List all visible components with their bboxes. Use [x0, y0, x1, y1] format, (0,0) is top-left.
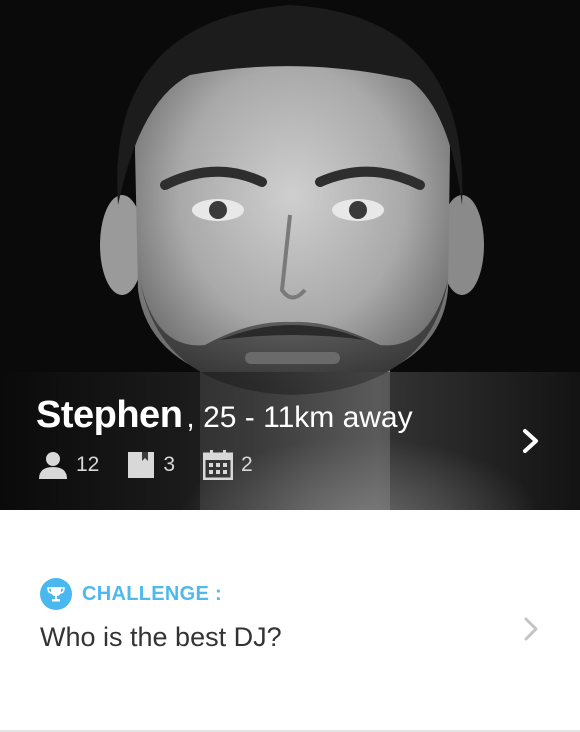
calendar-icon: [203, 450, 234, 480]
photo-overlay: [0, 372, 580, 510]
book-icon: [128, 452, 155, 478]
challenge-text[interactable]: Who is the best DJ?: [40, 622, 282, 653]
stat-events-value: 2: [241, 453, 253, 476]
stat-posts-value: 3: [163, 453, 176, 476]
profile-details: , 25 - 11km away: [186, 401, 413, 434]
profile-card[interactable]: Stephen, 25 - 11km away 12 3 2 CHALLENGE…: [0, 0, 580, 732]
stat-friends-value: 12: [76, 453, 100, 476]
profile-heading: Stephen, 25 - 11km away: [36, 394, 413, 437]
stat-events: 2: [203, 450, 253, 480]
open-profile-chevron-icon[interactable]: [520, 428, 542, 454]
stat-friends: 12: [38, 451, 99, 479]
challenge-header: CHALLENGE :: [40, 578, 222, 610]
challenge-label: CHALLENGE :: [82, 582, 222, 605]
open-challenge-chevron-icon[interactable]: [522, 616, 540, 642]
person-icon: [39, 452, 67, 479]
trophy-icon: [40, 578, 72, 610]
profile-name: Stephen: [36, 394, 183, 436]
stat-posts: 3: [127, 451, 175, 479]
profile-stats: 12 3 2: [38, 450, 281, 480]
